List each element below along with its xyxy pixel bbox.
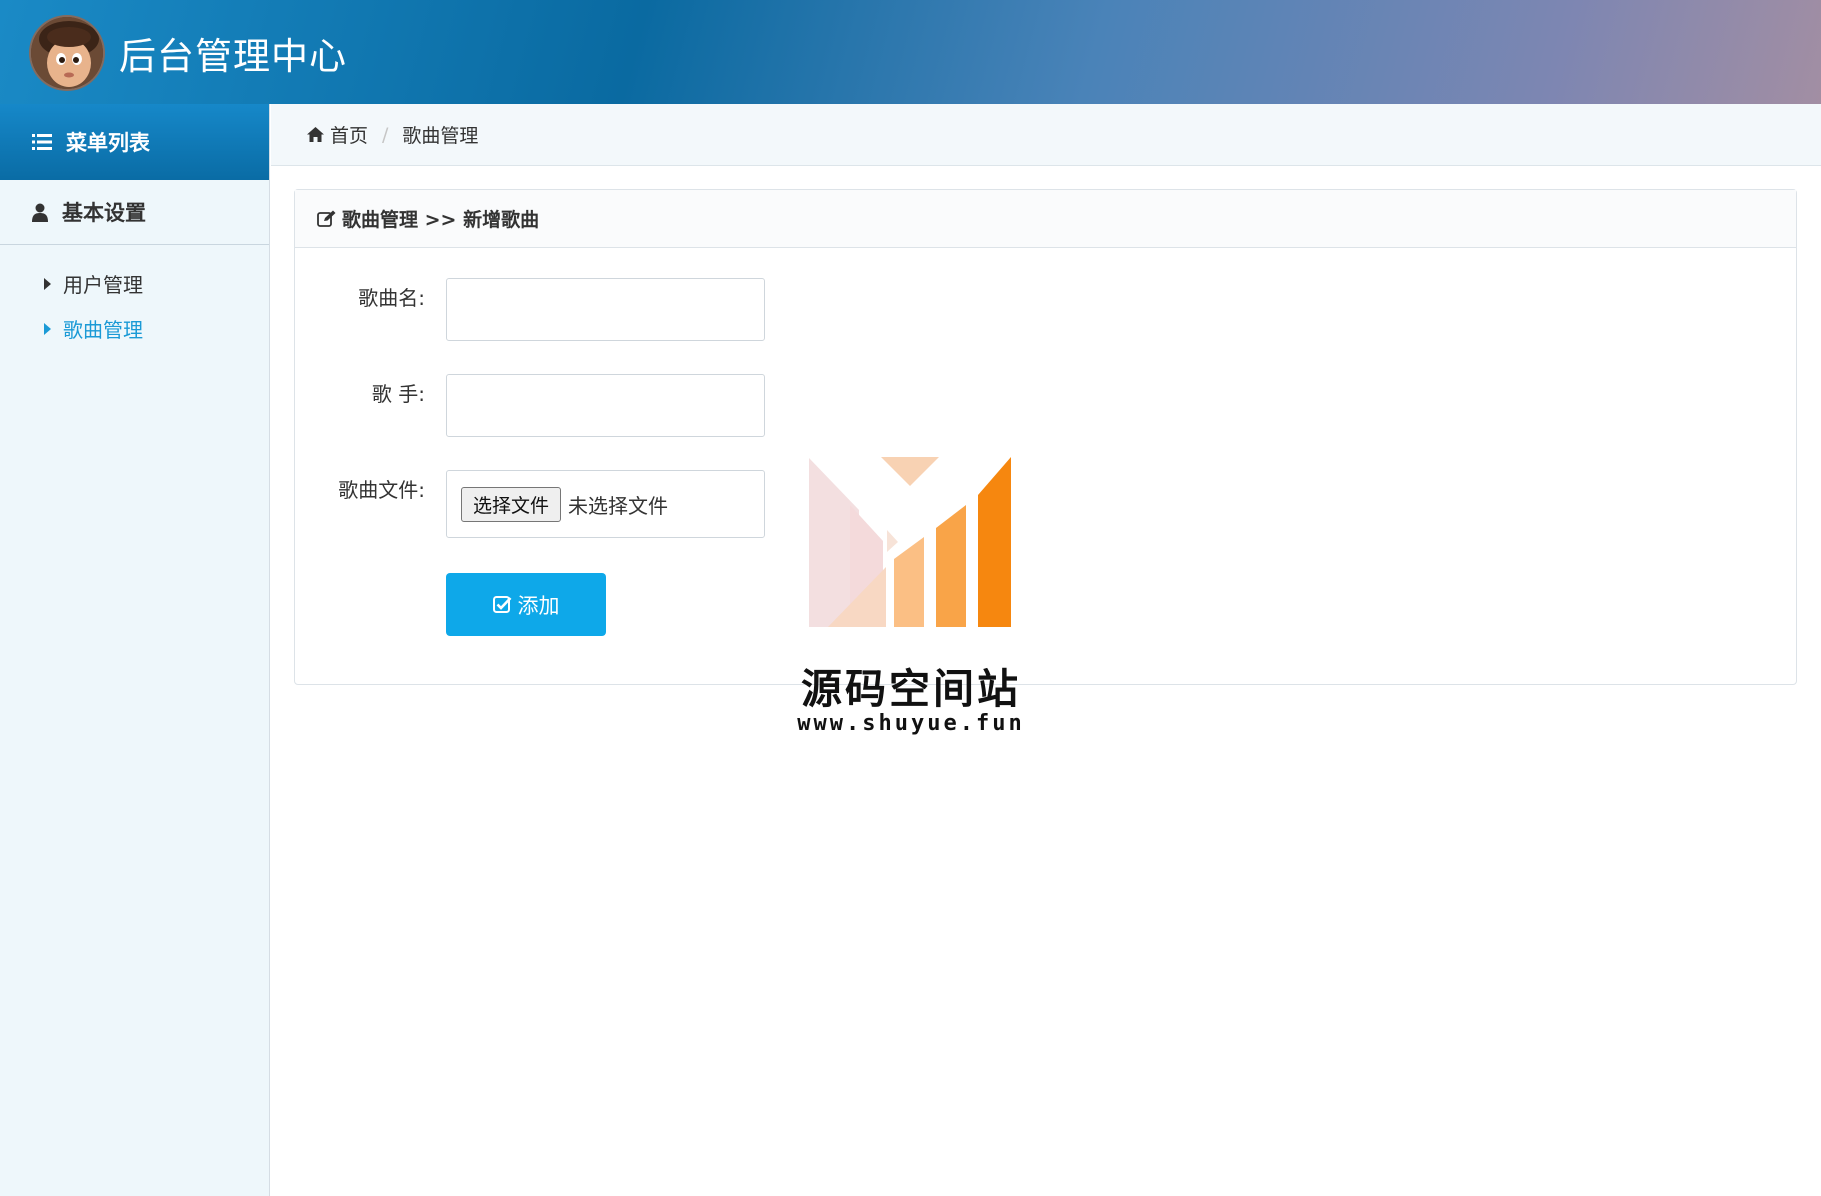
breadcrumb-current: 歌曲管理: [402, 125, 479, 147]
form-panel: 歌曲管理 >> 新增歌曲 歌曲名: 歌 手: 歌曲文件: 选择文件 未选择文件 …: [294, 189, 1797, 685]
top-header: 后台管理中心: [0, 0, 1821, 104]
home-icon: [307, 127, 324, 142]
singer-label: 歌 手:: [371, 382, 425, 406]
caret-right-icon: [44, 322, 51, 335]
caret-right-icon: [44, 277, 51, 290]
breadcrumb: 首页 / 歌曲管理: [271, 104, 1821, 166]
sidebar-item-song-management[interactable]: 歌曲管理: [0, 306, 269, 351]
breadcrumb-separator: /: [382, 123, 389, 146]
singer-input[interactable]: [446, 374, 765, 437]
breadcrumb-home-label: 首页: [330, 125, 369, 147]
add-button-label: 添加: [517, 593, 560, 618]
sidebar-item-user-management[interactable]: 用户管理: [0, 261, 269, 306]
edit-icon: [317, 210, 336, 227]
sidebar-item-label: 用户管理: [63, 273, 143, 297]
user-icon: [32, 203, 48, 222]
file-status-text: 未选择文件: [568, 493, 669, 518]
add-button[interactable]: 添加: [446, 573, 606, 636]
panel-title: 歌曲管理 >> 新增歌曲: [342, 209, 540, 231]
watermark-url: www.shuyue.fun: [797, 711, 1025, 736]
sidebar-menu-header[interactable]: 菜单列表: [0, 104, 269, 180]
song-file-input[interactable]: 选择文件 未选择文件: [446, 470, 765, 538]
song-name-label: 歌曲名:: [358, 286, 425, 310]
sidebar-sub-items: 用户管理 歌曲管理: [0, 245, 269, 351]
sidebar: 菜单列表 基本设置 用户管理 歌曲管理: [0, 104, 270, 1196]
choose-file-button[interactable]: 选择文件: [461, 486, 562, 522]
song-name-input[interactable]: [446, 278, 765, 341]
sidebar-section-basic-settings[interactable]: 基本设置: [0, 180, 269, 245]
sidebar-menu-title: 菜单列表: [66, 131, 150, 155]
breadcrumb-home[interactable]: 首页: [307, 121, 368, 148]
avatar[interactable]: [29, 15, 105, 91]
app-title: 后台管理中心: [119, 35, 347, 78]
panel-heading: 歌曲管理 >> 新增歌曲: [295, 190, 1796, 248]
song-file-label: 歌曲文件:: [338, 478, 425, 502]
sidebar-section-label: 基本设置: [62, 201, 146, 225]
list-icon: [32, 133, 52, 151]
check-square-icon: [492, 595, 512, 614]
sidebar-item-label: 歌曲管理: [63, 318, 143, 342]
